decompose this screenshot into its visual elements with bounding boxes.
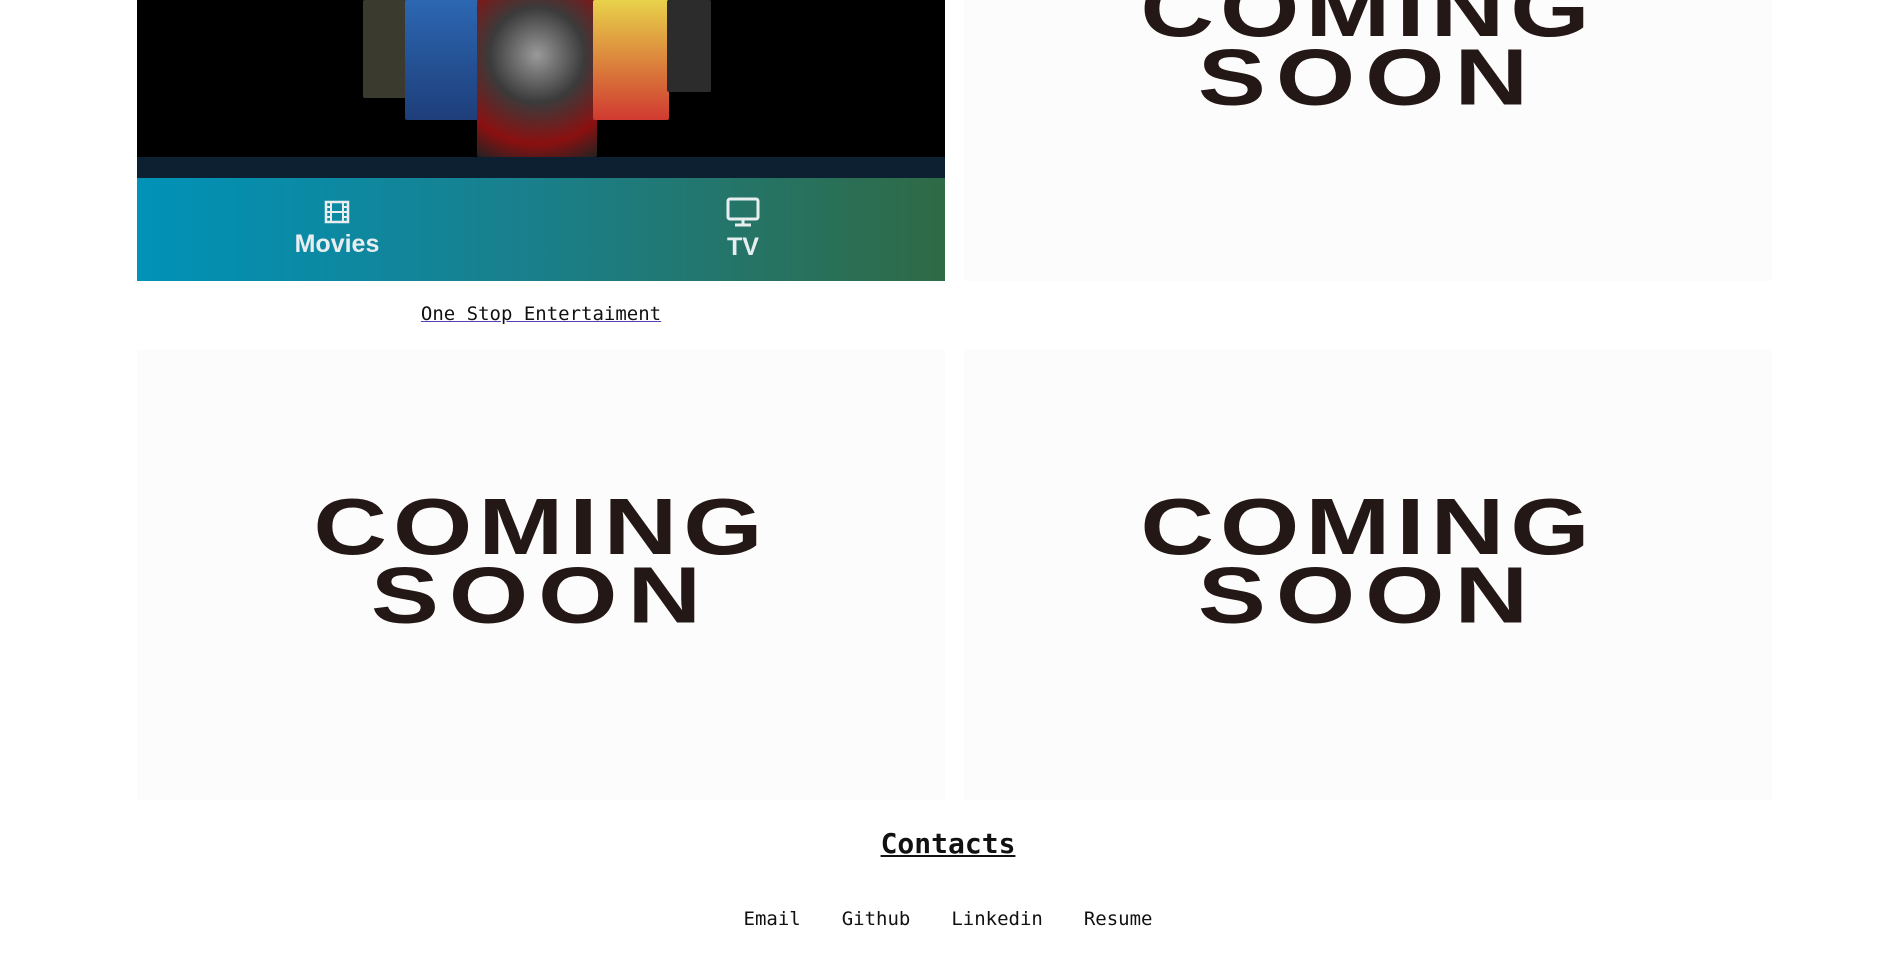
poster-suicide-squad <box>593 0 669 120</box>
nav-movies[interactable]: Movies <box>237 178 437 281</box>
navbar-divider <box>137 157 945 178</box>
nav-tv[interactable]: TV <box>643 178 843 281</box>
contact-link-resume[interactable]: Resume <box>1084 908 1153 930</box>
monitor-icon <box>726 197 760 227</box>
contact-link-email[interactable]: Email <box>744 908 801 930</box>
bottom-navbar: Movies TV <box>137 178 945 281</box>
contact-link-linkedin[interactable]: Linkedin <box>951 908 1043 930</box>
coming-soon-text: COMING SOON <box>964 0 1772 117</box>
poster-left <box>363 0 411 98</box>
soon-line: SOON <box>1197 32 1539 122</box>
film-icon <box>324 200 350 224</box>
coming-soon-card: COMING SOON <box>964 0 1772 281</box>
contact-link-github[interactable]: Github <box>842 908 911 930</box>
project-one-stop-entertainment-preview[interactable]: Movies TV <box>137 0 945 281</box>
nav-movies-label: Movies <box>294 230 380 258</box>
coming-soon-text: COMING SOON <box>137 487 945 635</box>
coming-soon-text: COMING SOON <box>964 487 1772 635</box>
contacts-heading: Contacts <box>880 827 1016 860</box>
poster-collage <box>137 0 945 157</box>
soon-line: SOON <box>1197 550 1539 640</box>
coming-soon-card: COMING SOON <box>137 350 945 800</box>
poster-ted-lasso <box>405 0 479 120</box>
poster-right <box>667 0 711 92</box>
contacts-links: Email Github Linkedin Resume <box>0 908 1896 930</box>
project-link-one-stop-entertainment[interactable]: One Stop Entertaiment <box>137 303 945 325</box>
soon-line: SOON <box>370 550 712 640</box>
poster-venom <box>477 0 597 157</box>
nav-tv-label: TV <box>727 233 759 261</box>
coming-soon-card: COMING SOON <box>964 350 1772 800</box>
